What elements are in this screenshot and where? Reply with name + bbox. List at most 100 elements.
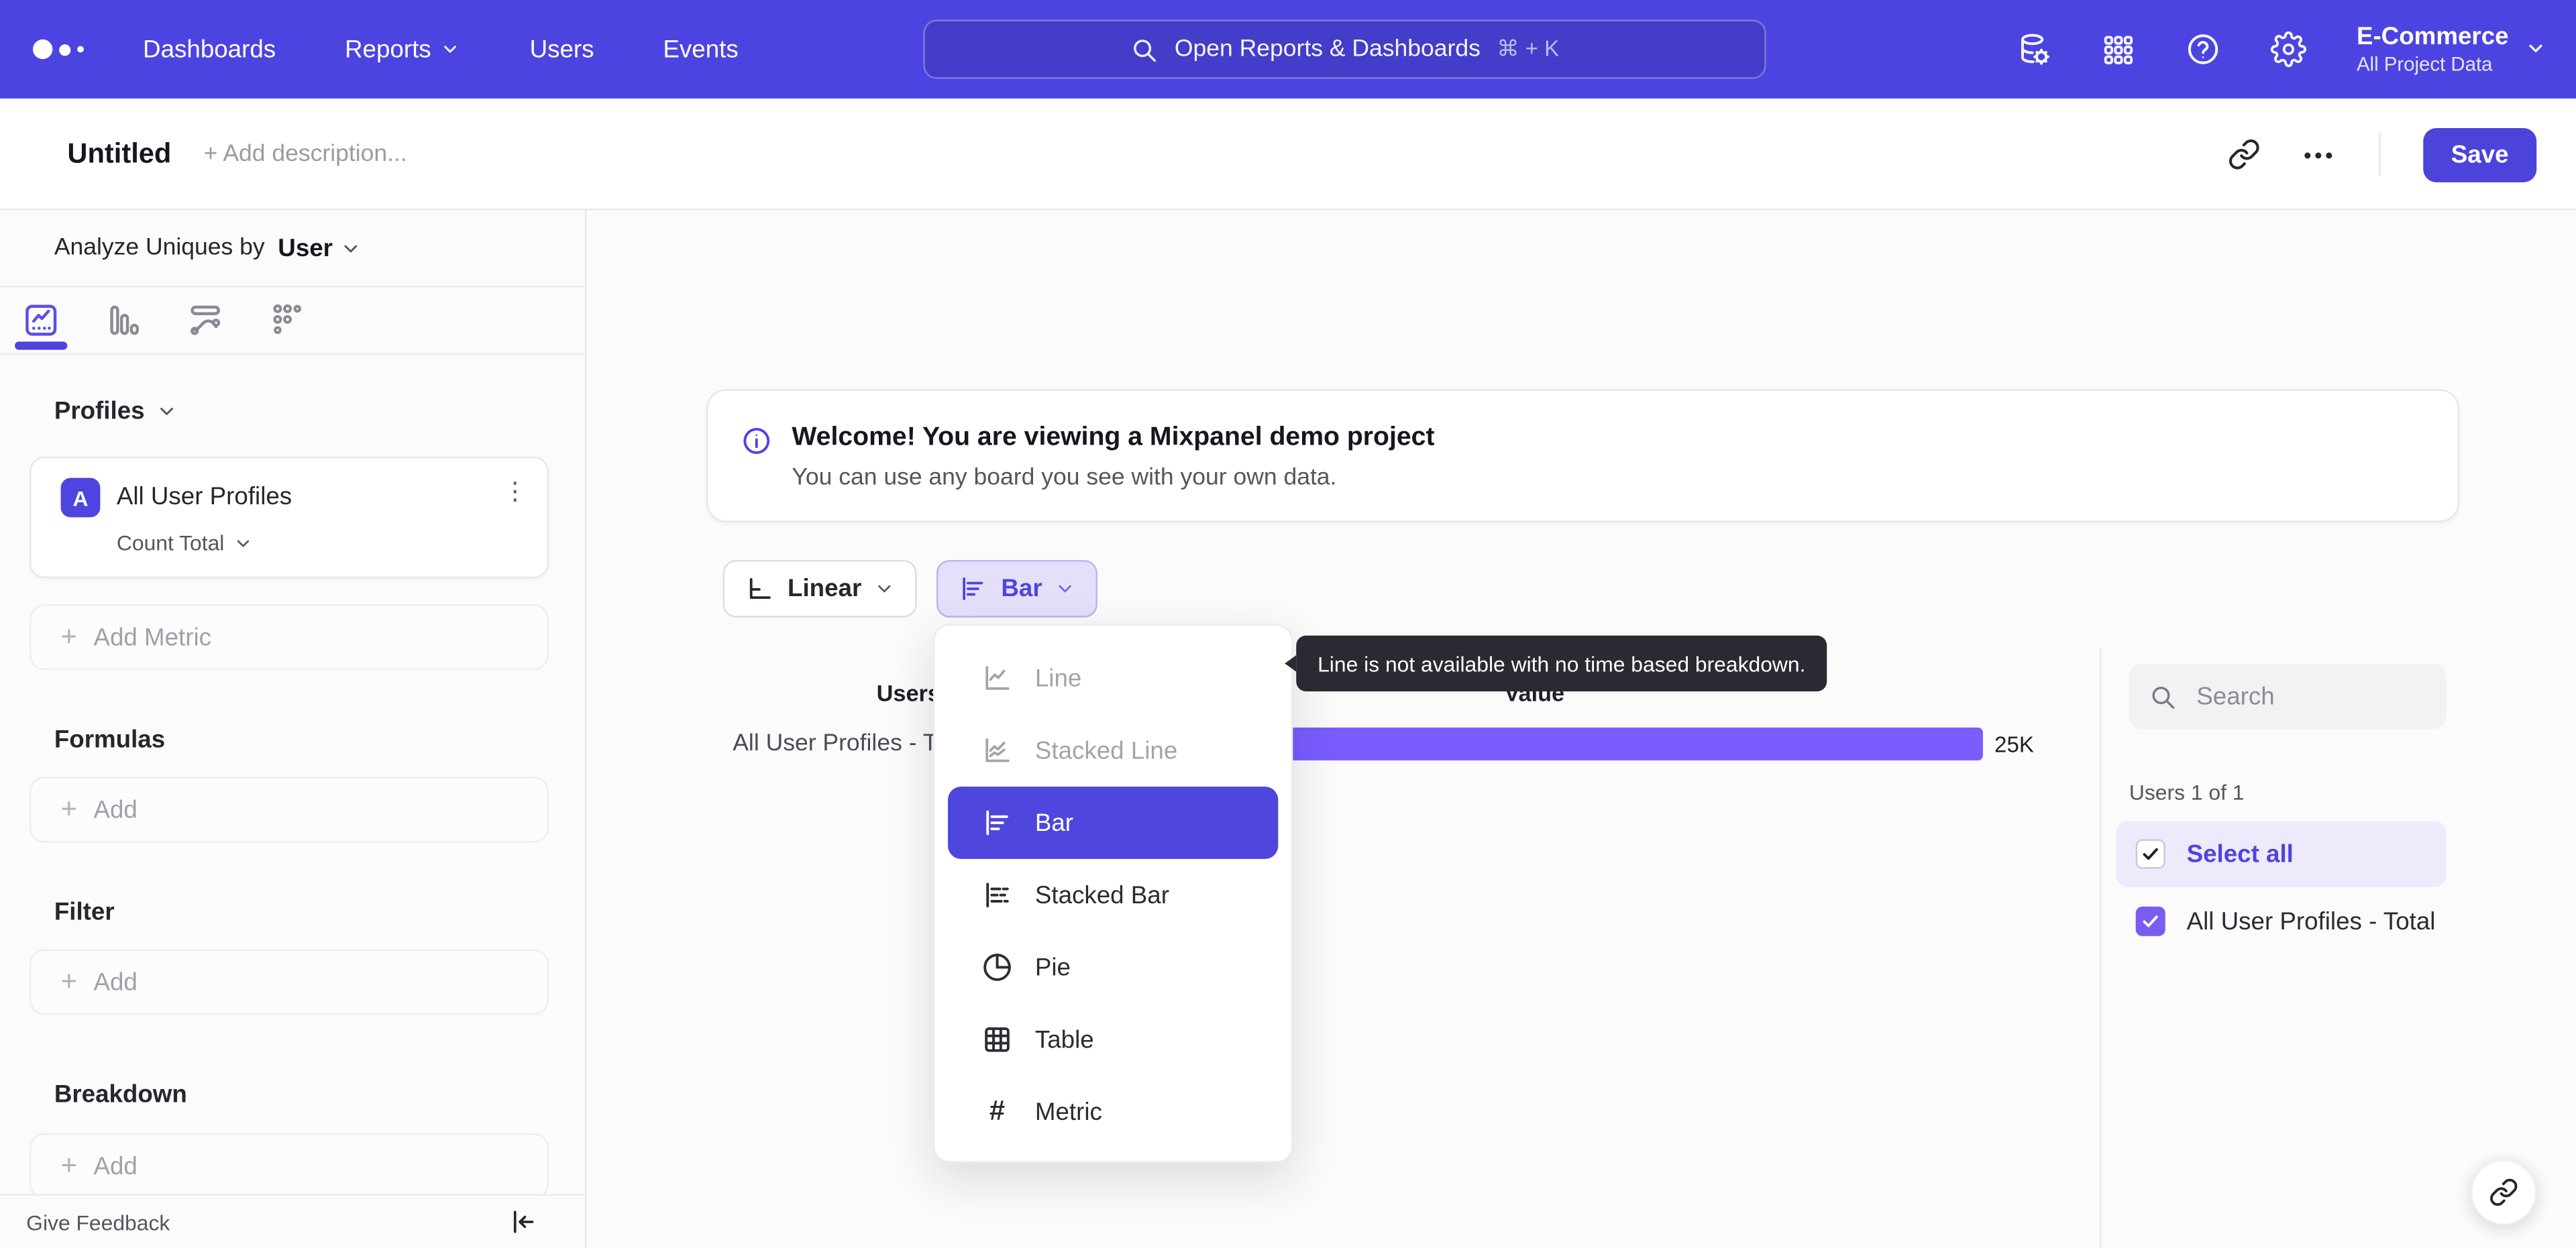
help-icon[interactable] [2186, 32, 2222, 68]
tab-flows[interactable] [164, 288, 246, 353]
sidebar-footer: Give Feedback [0, 1194, 585, 1248]
project-scope: All Project Data [2356, 52, 2493, 76]
menu-item-pie[interactable]: Pie [948, 931, 1278, 1004]
menu-item-label: Stacked Line [1034, 736, 1178, 765]
add-filter-label: Add [93, 968, 138, 997]
menu-item-label: Pie [1034, 953, 1071, 982]
menu-item-stacked-bar[interactable]: Stacked Bar [948, 859, 1278, 931]
query-builder-sidebar: Analyze Uniques by User Profiles A All U… [0, 210, 587, 1248]
add-filter-button[interactable]: + Add [30, 949, 549, 1015]
add-formula-button[interactable]: + Add [30, 777, 549, 843]
metric-aggregation-selector[interactable]: Count Total [117, 530, 252, 555]
primary-nav: Dashboards Reports Users Events [143, 36, 739, 64]
metric-card[interactable]: A All User Profiles Count Total ⋮ [30, 456, 549, 579]
horizontal-bar-chart-icon [963, 577, 983, 600]
scale-selector-button[interactable]: Linear [722, 560, 917, 618]
pie-chart-icon [983, 954, 1011, 981]
series-item-label: All User Profiles - Total [2186, 907, 2436, 935]
share-link-button[interactable] [2471, 1159, 2537, 1225]
settings-gear-icon[interactable] [2271, 31, 2308, 68]
demo-welcome-banner: Welcome! You are viewing a Mixpanel demo… [706, 389, 2460, 522]
mixpanel-logo-icon[interactable] [32, 39, 84, 60]
add-description-field[interactable]: + Add description... [204, 141, 407, 168]
give-feedback-link[interactable]: Give Feedback [26, 1210, 170, 1235]
more-options-button[interactable]: ••• [2304, 142, 2336, 167]
menu-item-label: Metric [1034, 1098, 1102, 1126]
apps-grid-icon[interactable] [2102, 32, 2136, 66]
chevron-down-icon [236, 539, 248, 547]
series-search-box[interactable] [2129, 663, 2447, 730]
divider [2099, 648, 2102, 1248]
menu-item-metric[interactable]: # Metric [948, 1076, 1278, 1148]
global-search-input[interactable]: Open Reports & Dashboards ⌘ + K [923, 19, 1766, 79]
series-item-row[interactable]: All User Profiles - Total [2116, 899, 2477, 945]
chart-type-label: Bar [1001, 575, 1042, 603]
profiles-section-header[interactable]: Profiles [54, 398, 178, 425]
select-all-checkbox[interactable] [2135, 839, 2165, 869]
add-metric-label: Add Metric [93, 623, 212, 652]
check-icon [2143, 915, 2158, 927]
add-breakdown-button[interactable]: + Add [30, 1133, 549, 1199]
report-title[interactable]: Untitled [67, 138, 171, 171]
analyze-row: Analyze Uniques by User [0, 210, 585, 288]
scale-label: Linear [788, 575, 862, 603]
metric-letter-badge[interactable]: A [60, 477, 101, 518]
search-placeholder: Open Reports & Dashboards [1174, 36, 1481, 63]
save-button[interactable]: Save [2423, 127, 2537, 182]
menu-item-label: Table [1034, 1025, 1094, 1054]
nav-item-events[interactable]: Events [663, 36, 738, 64]
metric-name[interactable]: All User Profiles [117, 483, 292, 511]
report-title-bar: Untitled + Add description... ••• Save [0, 98, 2576, 211]
menu-item-label: Line [1034, 664, 1082, 693]
plus-icon: + [60, 620, 77, 653]
analyze-entity-selector[interactable]: User [278, 234, 360, 262]
top-nav: Dashboards Reports Users Events Open Rep… [0, 0, 2576, 99]
search-icon [2152, 685, 2175, 708]
nav-item-dashboards[interactable]: Dashboards [143, 36, 276, 64]
series-checkbox[interactable] [2135, 906, 2165, 936]
add-metric-button[interactable]: + Add Metric [30, 604, 549, 671]
hash-icon: # [989, 1095, 1006, 1127]
retention-dots-icon [273, 304, 302, 335]
report-canvas: Welcome! You are viewing a Mixpanel demo… [586, 210, 2576, 1248]
menu-item-label: Bar [1034, 809, 1074, 837]
menu-item-stacked-line[interactable]: Stacked Line [948, 714, 1278, 787]
add-formula-label: Add [93, 795, 138, 824]
data-management-icon[interactable] [2017, 32, 2053, 68]
nav-item-label: Reports [345, 35, 431, 64]
tab-insights[interactable] [0, 288, 82, 353]
menu-item-table[interactable]: Table [948, 1003, 1278, 1076]
metric-kebab-menu[interactable]: ⋮ [502, 479, 527, 504]
breakdown-section-header: Breakdown [54, 1080, 187, 1109]
tab-retention[interactable] [246, 288, 328, 353]
project-switcher[interactable]: E-Commerce All Project Data [2357, 23, 2546, 76]
tooltip-text: Line is not available with no time based… [1318, 651, 1806, 676]
copy-link-icon[interactable] [2229, 138, 2261, 171]
plus-icon: + [60, 1149, 77, 1181]
chart-type-button[interactable]: Bar [936, 560, 1097, 618]
mixpanel-app: Dashboards Reports Users Events Open Rep… [0, 0, 2576, 1248]
tab-funnels[interactable] [82, 288, 164, 353]
plus-icon: + [60, 793, 77, 825]
chevron-down-icon [879, 585, 892, 593]
series-count-label: Users 1 of 1 [2129, 780, 2245, 805]
nav-item-label: Dashboards [143, 35, 276, 64]
nav-item-users[interactable]: Users [530, 36, 594, 64]
nav-item-label: Events [663, 35, 739, 64]
analyze-label: Analyze Uniques by [54, 235, 265, 262]
sidebar-tabs [0, 288, 585, 355]
select-all-row[interactable]: Select all [2116, 821, 2447, 887]
check-icon [2143, 848, 2158, 860]
collapse-sidebar-icon[interactable] [508, 1207, 537, 1237]
search-shortcut: ⌘ + K [1497, 36, 1560, 61]
series-search-input[interactable] [2193, 681, 2407, 712]
nav-item-reports[interactable]: Reports [345, 35, 461, 64]
banner-title: Welcome! You are viewing a Mixpanel demo… [792, 423, 1435, 452]
menu-item-line[interactable]: Line [948, 642, 1278, 715]
project-name: E-Commerce [2356, 22, 2509, 51]
menu-item-bar[interactable]: Bar [948, 787, 1279, 859]
project-info: E-Commerce All Project Data [2357, 23, 2509, 76]
menu-item-label: Stacked Bar [1034, 881, 1169, 909]
formulas-label: Formulas [54, 726, 166, 754]
chart-type-dropdown-menu: Line Stacked Line Bar Stacked Bar Pie Ta… [933, 624, 1293, 1163]
